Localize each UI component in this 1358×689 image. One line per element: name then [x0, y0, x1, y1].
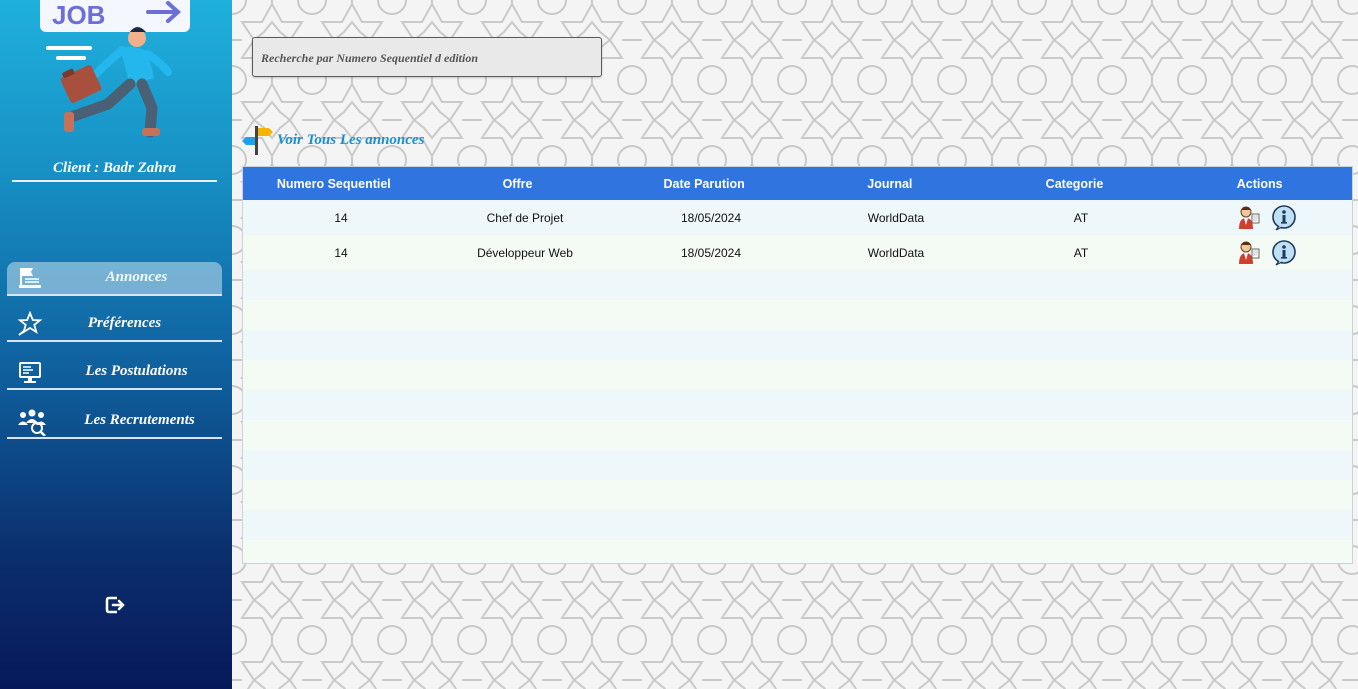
announcement-board-icon — [17, 265, 43, 291]
empty-row — [243, 360, 1352, 390]
sidebar-item-preferences[interactable]: Préférences — [7, 308, 222, 342]
cell-actions — [1181, 239, 1351, 266]
desktop-computer-icon — [17, 359, 43, 385]
sidebar-item-label: Les Recrutements — [84, 412, 195, 428]
view-all-announcements-button[interactable]: Voir Tous Les annonces — [242, 124, 424, 156]
table-header: Numero Sequentiel Offre Date Parution Jo… — [243, 167, 1352, 200]
empty-row — [243, 450, 1352, 480]
info-icon[interactable] — [1271, 239, 1297, 266]
cell-journal: WorldData — [867, 210, 925, 225]
column-header[interactable]: Journal — [798, 177, 982, 191]
logo-text: JOB — [52, 0, 105, 30]
announcements-table: Numero Sequentiel Offre Date Parution Jo… — [242, 166, 1353, 564]
cell-categorie: AT — [1073, 245, 1089, 260]
column-header[interactable]: Numero Sequentiel — [243, 177, 425, 191]
sidebar: JOB Client : Badr Zahra Annonces Préfére… — [0, 0, 232, 689]
column-header[interactable]: Actions — [1167, 177, 1352, 191]
search-field[interactable] — [252, 37, 602, 77]
sidebar-item-label: Les Postulations — [85, 363, 188, 379]
cell-date: 18/05/2024 — [680, 245, 742, 260]
signpost-icon — [242, 124, 274, 156]
empty-row — [243, 420, 1352, 450]
logout-button[interactable] — [104, 594, 126, 616]
cell-numero: 14 — [334, 210, 348, 225]
sidebar-item-annonces[interactable]: Annonces — [7, 262, 222, 296]
sidebar-item-label: Annonces — [105, 269, 168, 285]
empty-row — [243, 480, 1352, 510]
empty-row — [243, 510, 1352, 540]
cell-offre: Chef de Projet — [486, 210, 564, 225]
sidebar-item-label: Préférences — [87, 315, 162, 331]
empty-row — [243, 300, 1352, 330]
view-all-label: Voir Tous Les annonces — [277, 131, 425, 148]
column-header[interactable]: Offre — [425, 177, 611, 191]
cell-actions — [1181, 204, 1351, 231]
cell-date: 18/05/2024 — [680, 210, 742, 225]
search-input[interactable] — [253, 38, 601, 76]
table-row[interactable]: 14 Chef de Projet 18/05/2024 WorldData A… — [243, 200, 1352, 235]
cell-offre: Développeur Web — [477, 245, 573, 260]
sidebar-item-postulations[interactable]: Les Postulations — [7, 356, 222, 390]
table-row[interactable]: 14 Développeur Web 18/05/2024 WorldData … — [243, 235, 1352, 270]
column-header[interactable]: Date Parution — [610, 177, 798, 191]
column-header[interactable]: Categorie — [982, 177, 1168, 191]
cell-journal: WorldData — [867, 245, 925, 260]
cell-categorie: AT — [1073, 210, 1089, 225]
group-search-icon — [17, 408, 47, 437]
empty-row — [243, 390, 1352, 420]
sidebar-item-recrutements[interactable]: Les Recrutements — [7, 405, 222, 439]
empty-row — [243, 270, 1352, 300]
apply-person-icon[interactable] — [1235, 205, 1261, 231]
empty-row — [243, 540, 1352, 563]
apply-person-icon[interactable] — [1235, 240, 1261, 266]
star-hand-icon — [17, 310, 43, 337]
cell-numero: 14 — [334, 245, 348, 260]
main-content: Voir Tous Les annonces Numero Sequentiel… — [232, 0, 1358, 689]
job-logo: JOB — [30, 0, 200, 150]
client-name: Client : Badr Zahra — [12, 160, 217, 182]
logout-icon — [104, 596, 126, 620]
empty-row — [243, 330, 1352, 360]
info-icon[interactable] — [1271, 204, 1297, 231]
